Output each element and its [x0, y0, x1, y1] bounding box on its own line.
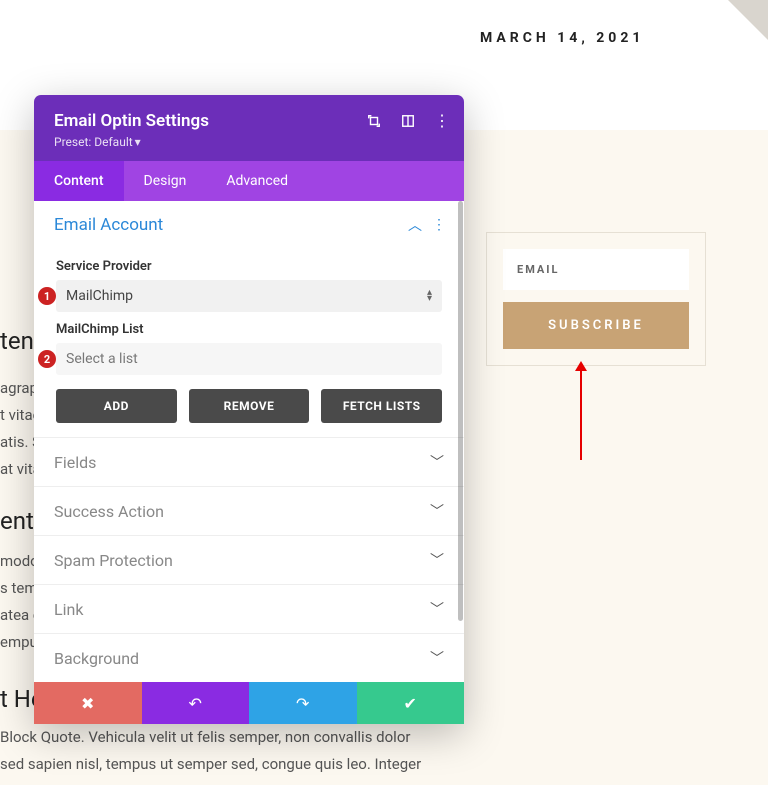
corner-fold-decoration [728, 0, 768, 40]
chevron-down-icon: ﹀ [430, 648, 444, 668]
undo-button[interactable]: ↶ [142, 682, 250, 724]
mailchimp-list-select[interactable]: Select a list [56, 343, 442, 375]
panel-preset[interactable]: Preset: Default▾ [54, 135, 444, 149]
panel-footer: ✖ ↶ ↷ ✔ [34, 682, 464, 724]
panel-header[interactable]: Email Optin Settings Preset: Default▾ ⋮ [34, 95, 464, 161]
annotation-badge-2: 2 [38, 350, 56, 368]
section-spam-protection[interactable]: Spam Protection ﹀ [34, 535, 464, 584]
preset-name: Default [94, 135, 132, 149]
check-icon: ✔ [404, 694, 417, 713]
expand-icon[interactable] [366, 113, 382, 129]
close-icon: ✖ [81, 694, 94, 713]
tab-advanced[interactable]: Advanced [206, 161, 308, 201]
annotation-badge-1: 1 [38, 287, 56, 305]
chevron-down-icon: ﹀ [430, 550, 444, 570]
section-background[interactable]: Background ﹀ [34, 633, 464, 682]
more-vertical-icon[interactable]: ⋮ [434, 113, 450, 129]
bg-para-3: Block Quote. Vehicula velit ut felis sem… [0, 724, 570, 778]
remove-button[interactable]: REMOVE [189, 389, 310, 423]
preset-prefix: Preset: [54, 135, 94, 149]
settings-panel: Email Optin Settings Preset: Default▾ ⋮ … [34, 95, 464, 724]
section-fields[interactable]: Fields ﹀ [34, 437, 464, 486]
tab-design[interactable]: Design [124, 161, 207, 201]
subscribe-button[interactable]: SUBSCRIBE [503, 302, 689, 349]
email-account-content: Service Provider 1 MailChimp ▴▾ MailChim… [34, 259, 464, 437]
redo-button[interactable]: ↷ [249, 682, 357, 724]
undo-icon: ↶ [189, 694, 202, 713]
mailchimp-list-label: MailChimp List [56, 322, 442, 337]
page-date: MARCH 14, 2021 [480, 30, 644, 46]
panel-tabs: Content Design Advanced [34, 161, 464, 201]
tab-content[interactable]: Content [34, 161, 124, 201]
layout-icon[interactable] [400, 113, 416, 129]
section-title: Spam Protection [54, 551, 173, 570]
section-link[interactable]: Link ﹀ [34, 584, 464, 633]
redo-icon: ↷ [296, 694, 309, 713]
section-title: Background [54, 649, 139, 668]
mailchimp-list-value: Select a list [66, 351, 138, 367]
subscribe-optin-box: EMAIL SUBSCRIBE [486, 232, 706, 366]
fetch-lists-button[interactable]: FETCH LISTS [321, 389, 442, 423]
section-title: Fields [54, 453, 96, 472]
section-title: Email Account [54, 215, 163, 235]
chevron-down-icon: ﹀ [430, 501, 444, 521]
service-provider-label: Service Provider [56, 259, 442, 274]
caret-down-icon: ▾ [135, 135, 141, 149]
scrollbar[interactable] [458, 201, 463, 621]
chevron-down-icon: ﹀ [430, 452, 444, 472]
email-input[interactable]: EMAIL [503, 249, 689, 290]
save-button[interactable]: ✔ [357, 682, 465, 724]
section-success-action[interactable]: Success Action ﹀ [34, 486, 464, 535]
chevron-up-icon: ︿ [408, 215, 422, 235]
panel-body: Email Account ︿ ⋮ Service Provider 1 Mai… [34, 201, 464, 682]
service-provider-value: MailChimp [66, 288, 133, 304]
section-title: Link [54, 600, 83, 619]
chevron-down-icon: ﹀ [430, 599, 444, 619]
cancel-button[interactable]: ✖ [34, 682, 142, 724]
section-title: Success Action [54, 502, 164, 521]
annotation-arrow [580, 370, 582, 460]
service-provider-select[interactable]: MailChimp ▴▾ [56, 280, 442, 312]
section-email-account[interactable]: Email Account ︿ ⋮ [34, 201, 464, 249]
add-button[interactable]: ADD [56, 389, 177, 423]
more-vertical-icon[interactable]: ⋮ [432, 217, 444, 233]
select-sort-icon: ▴▾ [427, 290, 432, 302]
